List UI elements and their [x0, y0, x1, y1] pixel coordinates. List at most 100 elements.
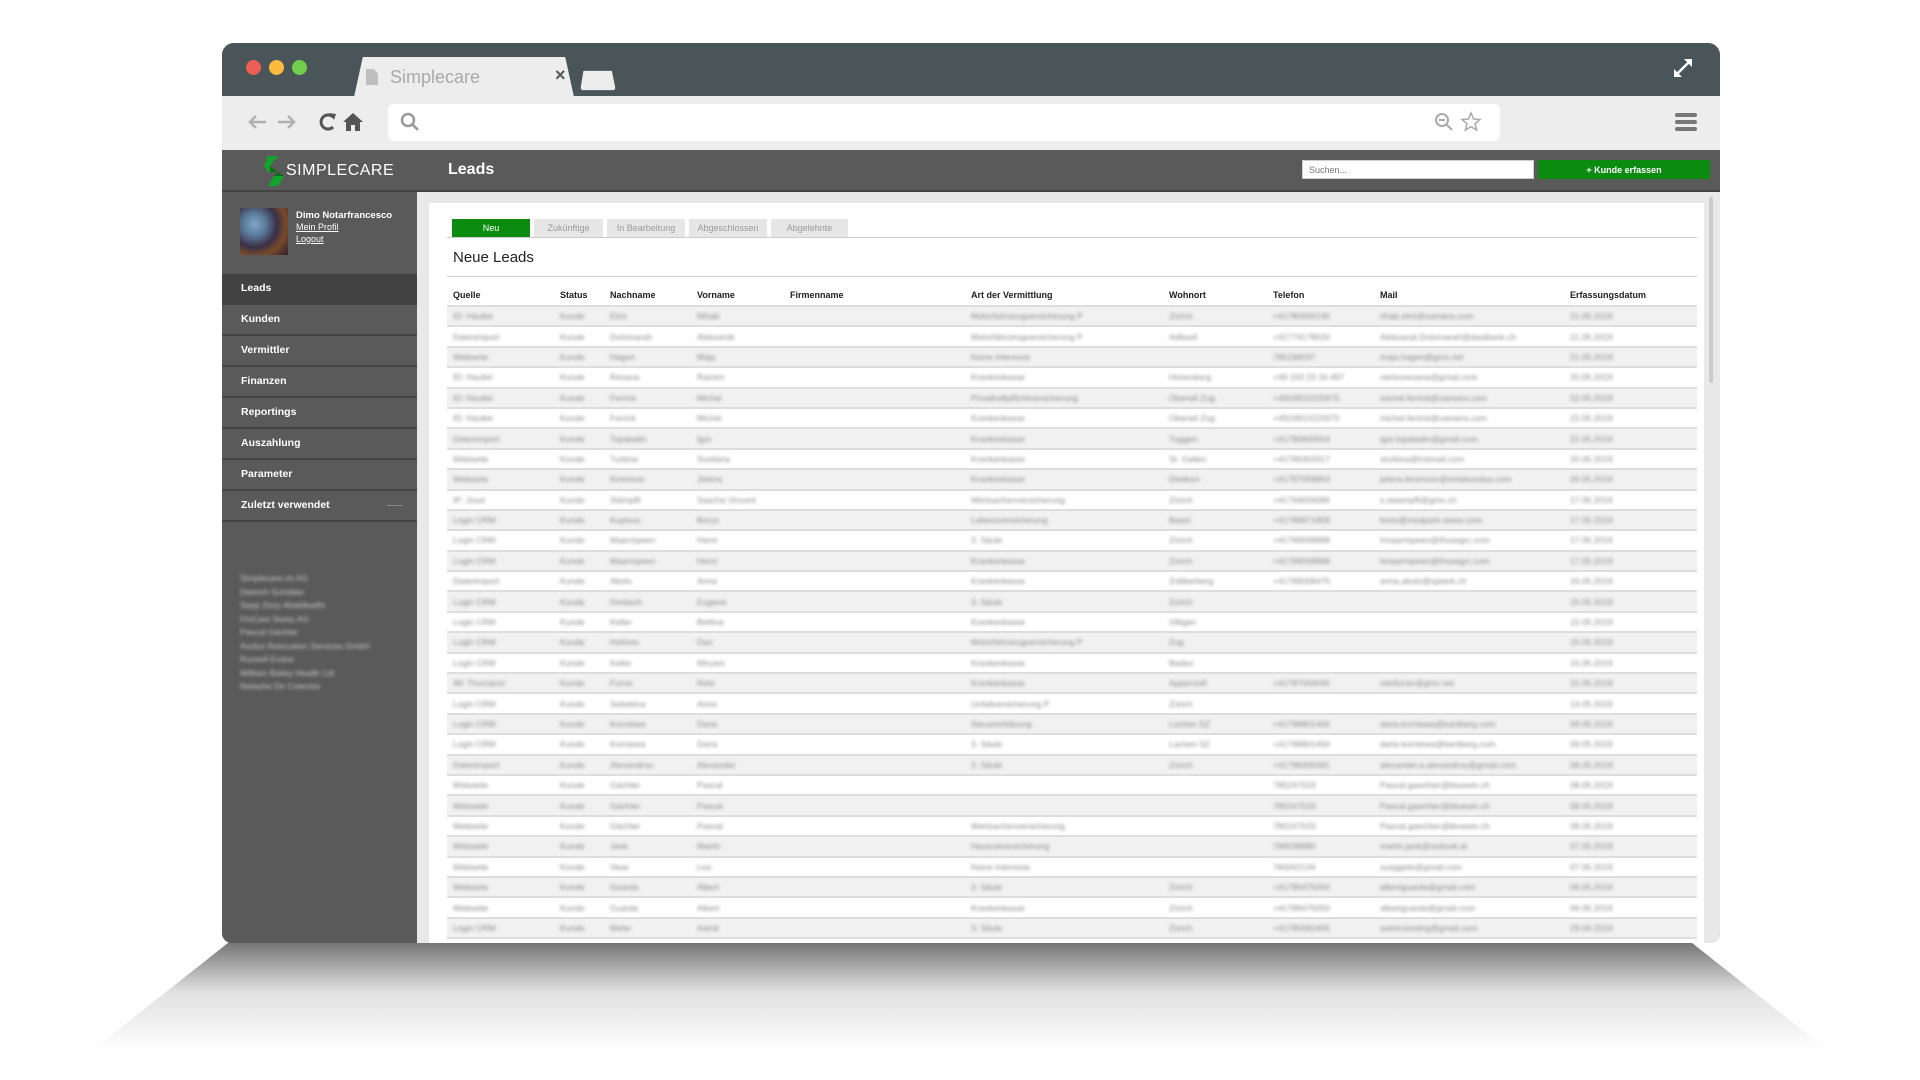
table-row[interactable]: Login CRM Kunde Maarmpeen Henri 3. Säule Züri…	[447, 530, 1697, 552]
column-header[interactable]: Nachname	[604, 284, 691, 307]
table-row[interactable]: Webseite Kunde Hagen Maja Keine Interesse 785…	[447, 346, 1697, 369]
sidebar-item-parameter[interactable]: Parameter	[222, 460, 417, 491]
tab-close-icon[interactable]: ×	[555, 65, 566, 86]
expand-icon[interactable]	[1670, 55, 1696, 81]
table-cell: +41798801450	[1267, 734, 1374, 756]
cell-text: Kunde	[560, 351, 585, 362]
sidebar-item-kunden[interactable]: Kunden	[222, 305, 417, 336]
table-cell: Korniewa	[604, 734, 691, 756]
recent-item[interactable]: Simplecare.ch AG	[240, 572, 370, 586]
reload-icon[interactable]	[316, 108, 338, 136]
recent-item[interactable]: Dietrich Schöbler	[240, 586, 370, 600]
logout-link[interactable]: Logout	[296, 234, 324, 244]
table-row[interactable]: Login CRM Kunde Kuptsov Borys Lebensversiche…	[447, 509, 1697, 532]
tab-abgelehnte[interactable]: Abgelehnte	[771, 219, 848, 237]
table-row[interactable]: Login CRM Kunde Holmes Dan Motorfahrzeugvers…	[447, 632, 1697, 654]
menu-icon[interactable]	[1675, 113, 1697, 131]
table-row[interactable]: ID: Hautlei Kunde Ferrick Michel Krankenkass…	[447, 407, 1697, 430]
table-row[interactable]: Webseite Kunde Guarda Albert 3. Säule Zürich +…	[447, 876, 1697, 899]
table-cell: Kunde	[554, 571, 604, 593]
table-row[interactable]: Datenimport Kunde Dotomarah Aleksandr Motorf…	[447, 326, 1697, 348]
table-row[interactable]: Webseite Kunde Turkina Svetlana Krankenkasse…	[447, 448, 1697, 471]
sidebar-item-reportings[interactable]: Reportings	[222, 398, 417, 429]
table-row[interactable]: Datenimport Kunde Alexandrou Alexander 3. Sä…	[447, 754, 1697, 777]
table-row[interactable]: IM: Thomanni Kunde Furrer Reto Krankenkasse A…	[447, 673, 1697, 695]
table-row[interactable]: Webseite Kunde Kiranovic Jelena Krankenkasse…	[447, 469, 1697, 491]
scrollbar[interactable]	[1709, 197, 1713, 383]
sidebar-item-auszahlung[interactable]: Auszahlung	[222, 429, 417, 460]
table-cell	[784, 571, 965, 593]
new-tab-button[interactable]	[580, 70, 616, 91]
table-row[interactable]: ID: Hautlei Kunde Ferrick Michel Privathaftp…	[447, 387, 1697, 409]
sidebar-item-vermittler[interactable]: Vermittler	[222, 336, 417, 367]
tab-zukuenftige[interactable]: Zukünftige	[534, 219, 603, 237]
search-input[interactable]	[1302, 160, 1534, 179]
column-header[interactable]: Telefon	[1267, 284, 1374, 307]
sidebar-item-finanzen[interactable]: Finanzen	[222, 367, 417, 398]
table-cell	[1163, 774, 1267, 797]
zoom-out-icon[interactable]	[1434, 112, 1454, 132]
forward-arrow-icon[interactable]	[276, 108, 298, 136]
table-cell	[1374, 632, 1564, 654]
table-row[interactable]: Login CRM Kunde Korniewa Daria 3. Säule Lache…	[447, 734, 1697, 756]
table-row[interactable]: Login CRM Kunde Keller Bettina Krankenkasse V…	[447, 611, 1697, 634]
collapse-icon[interactable]	[387, 505, 403, 506]
table-cell: Henri	[691, 550, 784, 573]
table-row[interactable]: Webseite Kunde Vase Lea Keine Interesse 78434…	[447, 856, 1697, 878]
recent-item[interactable]: Russell Evans	[240, 653, 370, 667]
table-cell: hmaarmpeen@thosegrc.com	[1374, 550, 1564, 573]
table-cell	[1374, 591, 1564, 613]
back-arrow-icon[interactable]	[246, 108, 268, 136]
table-row[interactable]: Login CRM Kunde Korniewa Daria Steuererkläru…	[447, 713, 1697, 736]
tab-neu[interactable]: Neu	[452, 219, 530, 237]
star-icon[interactable]	[1460, 111, 1482, 133]
minimize-window-button[interactable]	[269, 60, 284, 75]
my-profile-link[interactable]: Mein Profil	[296, 222, 339, 232]
recent-item[interactable]: Pascal Gächter	[240, 626, 370, 640]
table-cell: Korniewa	[604, 713, 691, 736]
tab-in-bearbeitung[interactable]: In Bearbeitung	[607, 219, 685, 237]
table-row[interactable]: Login CRM Kunde Maarmpeen Henri Krankenkasse…	[447, 550, 1697, 573]
recent-item[interactable]: Sepp Zirey Abdelkadhi	[240, 599, 370, 613]
table-cell: Krankenkasse	[965, 897, 1163, 919]
column-header[interactable]: Quelle	[447, 284, 554, 307]
table-row[interactable]: Webseite Kunde Gächter Pascal 785247533 Pasca…	[447, 774, 1697, 797]
table-row[interactable]: Webseite Kunde Gächter Pascal 785247533 Pasca…	[447, 795, 1697, 817]
table-row[interactable]: Datenimport Kunde Abolo Anna Krankenkasse Zol…	[447, 571, 1697, 593]
add-customer-button[interactable]: + Kunde erfassen	[1538, 160, 1710, 179]
recent-item[interactable]: Avolux Relocation Services GmbH	[240, 640, 370, 654]
table-row[interactable]: Webseite Kunde Gächter Pascal Wertsachenvers…	[447, 815, 1697, 838]
sidebar-item-leads[interactable]: Leads	[222, 274, 417, 305]
sidebar-item-recent[interactable]: Zuletzt verwendet	[222, 491, 417, 522]
maximize-window-button[interactable]	[292, 60, 307, 75]
table-row[interactable]: Webseite Kunde Jank Martin Hausratversicheru…	[447, 836, 1697, 858]
close-window-button[interactable]	[246, 60, 261, 75]
table-row[interactable]: Login CRM Kunde Derbach Eugene 3. Säule Züric…	[447, 591, 1697, 613]
table-row[interactable]: Webseite Kunde Guarda Albert Krankenkasse Zür…	[447, 897, 1697, 919]
table-cell: Zürich	[1163, 530, 1267, 552]
column-header[interactable]: Wohnort	[1163, 284, 1267, 307]
column-header[interactable]: Mail	[1374, 284, 1564, 307]
table-row[interactable]: Login CRM Kunde Meier Astrid 3. Säule Zürich +…	[447, 917, 1697, 940]
column-header[interactable]: Erfassungsdatum	[1564, 284, 1697, 307]
table-row[interactable]: IP: Jossi Kunde Stämpfli Sascha Vincent Wert…	[447, 489, 1697, 511]
column-header[interactable]: Art der Vermittlung	[965, 284, 1163, 307]
table-cell	[784, 550, 965, 573]
table-row[interactable]: ID: Hautlei Kunde Elmi Rihab Motorfahrzeugve…	[447, 306, 1697, 328]
column-header[interactable]: Vorname	[691, 284, 784, 307]
tab-abgeschlossen[interactable]: Abgeschlossen	[689, 219, 767, 237]
column-header[interactable]: Status	[554, 284, 604, 307]
table-cell	[1163, 346, 1267, 369]
table-row[interactable]: ID: Hautlei Kunde Resana Ramiro Krankenkasse…	[447, 367, 1697, 389]
address-bar[interactable]	[388, 104, 1500, 141]
recent-item[interactable]: William Bailey Health Ltd	[240, 667, 370, 681]
column-header[interactable]: Firmenname	[784, 284, 965, 307]
home-icon[interactable]	[342, 108, 364, 136]
table-cell	[1163, 795, 1267, 817]
recent-item[interactable]: Natasha De Coteclos	[240, 680, 370, 694]
table-row[interactable]: Datenimport Kunde Topaladin Igor Krankenkass…	[447, 428, 1697, 450]
table-row[interactable]: Login CRM Kunde Sebekina Anna Unfallversiche…	[447, 693, 1697, 715]
recent-item[interactable]: FinCare Swiss AG	[240, 613, 370, 627]
table-row[interactable]: Login CRM Kunde Keller Miryam Krankenkasse Ba…	[447, 652, 1697, 675]
table-cell: Kunde	[554, 754, 604, 777]
